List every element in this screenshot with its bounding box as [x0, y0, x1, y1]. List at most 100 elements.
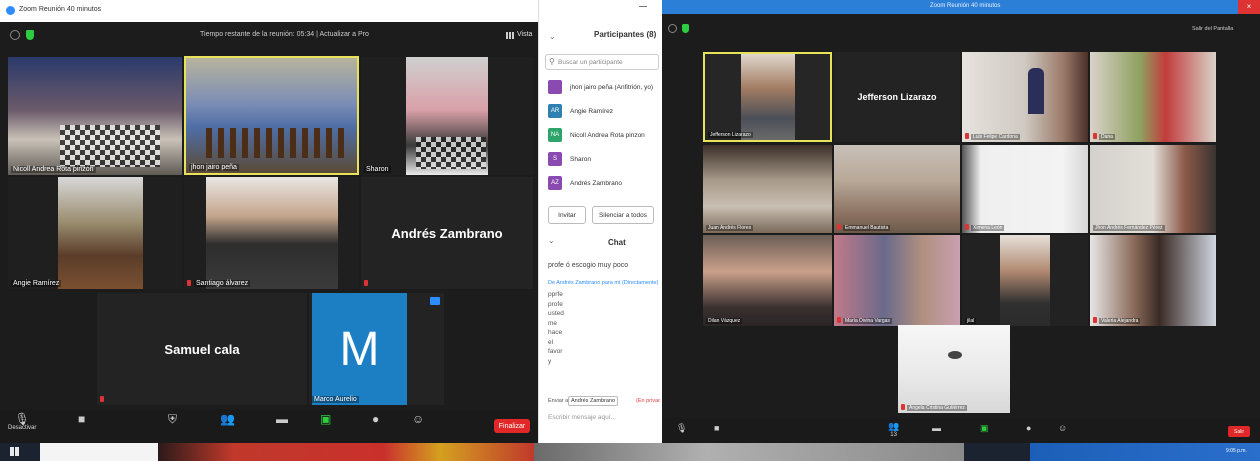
chat-button[interactable]: ▬ — [932, 422, 941, 434]
video-tile: Sharon — [361, 57, 533, 175]
tile-scene — [1000, 235, 1050, 326]
video-tile: Dilan Vázquez — [703, 235, 832, 326]
microphone-button[interactable]: 🎙 — [676, 422, 687, 434]
send-to-select[interactable]: Andrés Zambrano — [568, 396, 619, 406]
reactions-icon: ☺ — [1058, 423, 1068, 433]
right-toolbar: 🎙 ■ 👥 13 ▬ ▣ ● ☺ Salir — [662, 418, 1260, 443]
participant-row[interactable]: AR Angie Ramírez — [548, 104, 613, 118]
avatar — [548, 80, 562, 94]
participant-name: Nicoll Andrea Rota pinzon — [570, 131, 645, 139]
video-tile: Juan Andrés Flores — [703, 145, 832, 233]
close-icon[interactable]: × — [1238, 0, 1260, 14]
video-button[interactable]: ■ — [78, 413, 85, 425]
tile-scene — [703, 145, 832, 233]
search-icon: ⚲ — [549, 57, 555, 66]
windows-start-icon[interactable] — [10, 447, 19, 456]
video-tile: Santiago álvarez — [184, 177, 359, 289]
collapse-icon[interactable]: ⌄ — [549, 32, 556, 41]
options-icon[interactable] — [430, 297, 440, 305]
participant-row[interactable]: AZ Andrés Zambrano — [548, 176, 622, 190]
tile-scene — [898, 325, 1010, 413]
exit-fullscreen-button[interactable]: Salir del Pantalla — [1192, 26, 1233, 32]
message-input[interactable]: Escribir mensaje aquí... — [548, 414, 616, 421]
chat-collapse-icon[interactable]: ⌄ — [548, 236, 555, 245]
meeting-timer[interactable]: Tiempo restante de la reunión: 05:34 | A… — [200, 31, 369, 38]
record-button[interactable]: ● — [372, 413, 379, 425]
participant-search[interactable]: ⚲ Buscar un participante — [545, 54, 659, 70]
tile-scene — [703, 235, 832, 326]
left-window-title: Zoom Reunión 40 minutos — [19, 6, 102, 13]
video-button[interactable]: ■ — [714, 422, 719, 434]
mute-all-button[interactable]: Silenciar a todos — [592, 206, 654, 224]
left-title-bar: Zoom Reunión 40 minutos — [0, 0, 538, 22]
avatar: AZ — [548, 176, 562, 190]
participant-name: Samuel cala — [164, 341, 240, 357]
left-toolbar: 🎙 Desactivar ■ ⛨ 👥 ▬ ▣ ● ☺ Finalizar — [0, 409, 538, 443]
video-tile-active-speaker: Jefferson Lizarazo — [703, 52, 832, 142]
tile-name: jilal — [965, 318, 977, 324]
left-top-bar: Tiempo restante de la reunión: 05:34 | A… — [0, 22, 538, 50]
record-icon: ● — [1026, 423, 1032, 433]
tile-name: Marco Aurelio — [312, 396, 359, 403]
participant-row[interactable]: S Sharon — [548, 152, 591, 166]
muted-icon — [1093, 317, 1097, 323]
info-icon[interactable] — [10, 30, 20, 40]
system-tray-clock[interactable]: 9:05 p.m. — [1226, 448, 1247, 454]
security-button[interactable]: ⛨ — [168, 413, 177, 425]
chessboard — [416, 137, 486, 169]
zoom-logo-icon — [6, 6, 15, 15]
shield-icon: ⛨ — [168, 412, 178, 426]
video-tile-active-speaker: jhon jairo peña — [184, 56, 359, 175]
participant-name: jhon jairo peña (Anfitrión, yo) — [570, 83, 654, 91]
video-tile: Angela Cristina Gutiérrez — [898, 325, 1010, 413]
chat-from: De Andrés Zambrano para mí (Directamente… — [548, 280, 659, 286]
video-tile: Jhon Andrés Fernández Pérez — [1090, 145, 1216, 233]
record-button[interactable]: ● — [1026, 422, 1031, 434]
chat-lines: pprfe profe usted me hace el favor y — [548, 290, 564, 366]
participant-row[interactable]: NA Nicoll Andrea Rota pinzon — [548, 128, 645, 142]
invite-button[interactable]: Invitar — [548, 206, 586, 224]
reactions-icon: ☺ — [412, 412, 425, 426]
tile-name: Emmanuel Bautista — [843, 225, 891, 231]
end-meeting-button[interactable]: Finalizar — [494, 419, 530, 433]
participants-button[interactable]: 👥 13 — [888, 420, 899, 438]
muted-icon — [901, 404, 905, 410]
chat-line: favor — [548, 348, 563, 355]
participants-icon: 👥 — [888, 421, 900, 431]
send-to-label: Enviar a: — [548, 398, 570, 404]
minimize-icon[interactable] — [639, 6, 647, 7]
avatar: AR — [548, 104, 562, 118]
microphone-button[interactable]: 🎙 Desactivar — [8, 413, 36, 431]
muted-icon — [187, 280, 191, 286]
right-window-title: Zoom Reunión 40 minutos — [930, 3, 1001, 9]
tile-name: Dilan Vázquez — [706, 318, 743, 324]
chat-button[interactable]: ▬ — [276, 413, 288, 425]
muted-icon — [364, 280, 368, 286]
reactions-button[interactable]: ☺ — [1058, 422, 1067, 434]
muted-icon — [965, 133, 969, 139]
video-tile: Emmanuel Bautista — [834, 145, 960, 233]
leave-meeting-button[interactable]: Salir — [1228, 426, 1250, 437]
tile-name: Valeria Alejandra — [1099, 318, 1141, 324]
view-button[interactable]: Vista — [517, 31, 532, 38]
participants-button[interactable]: 👥 — [220, 413, 235, 425]
participant-row[interactable]: jhon jairo peña (Anfitrión, yo) — [548, 80, 653, 94]
view-grid-icon[interactable] — [506, 32, 514, 39]
shield-icon[interactable] — [682, 24, 689, 33]
reactions-button[interactable]: ☺ — [412, 413, 424, 425]
record-icon: ● — [372, 412, 380, 426]
participants-header: Participantes (8) — [594, 30, 657, 39]
muted-icon — [100, 396, 104, 402]
share-screen-button[interactable]: ▣ — [320, 413, 331, 425]
chat-line: profe — [548, 300, 563, 308]
shield-icon[interactable] — [26, 30, 34, 40]
info-icon[interactable] — [668, 24, 677, 33]
chat-icon: ▬ — [276, 412, 288, 426]
background-photo — [40, 443, 158, 461]
tile-name: Jefferson Lizarazo — [708, 132, 753, 138]
left-zoom-window: Zoom Reunión 40 minutos Tiempo restante … — [0, 0, 538, 443]
tile-scene — [834, 145, 960, 233]
share-screen-button[interactable]: ▣ — [980, 422, 989, 434]
microphone-icon: 🎙 — [14, 412, 30, 426]
participant-name: Sharon — [570, 155, 591, 163]
